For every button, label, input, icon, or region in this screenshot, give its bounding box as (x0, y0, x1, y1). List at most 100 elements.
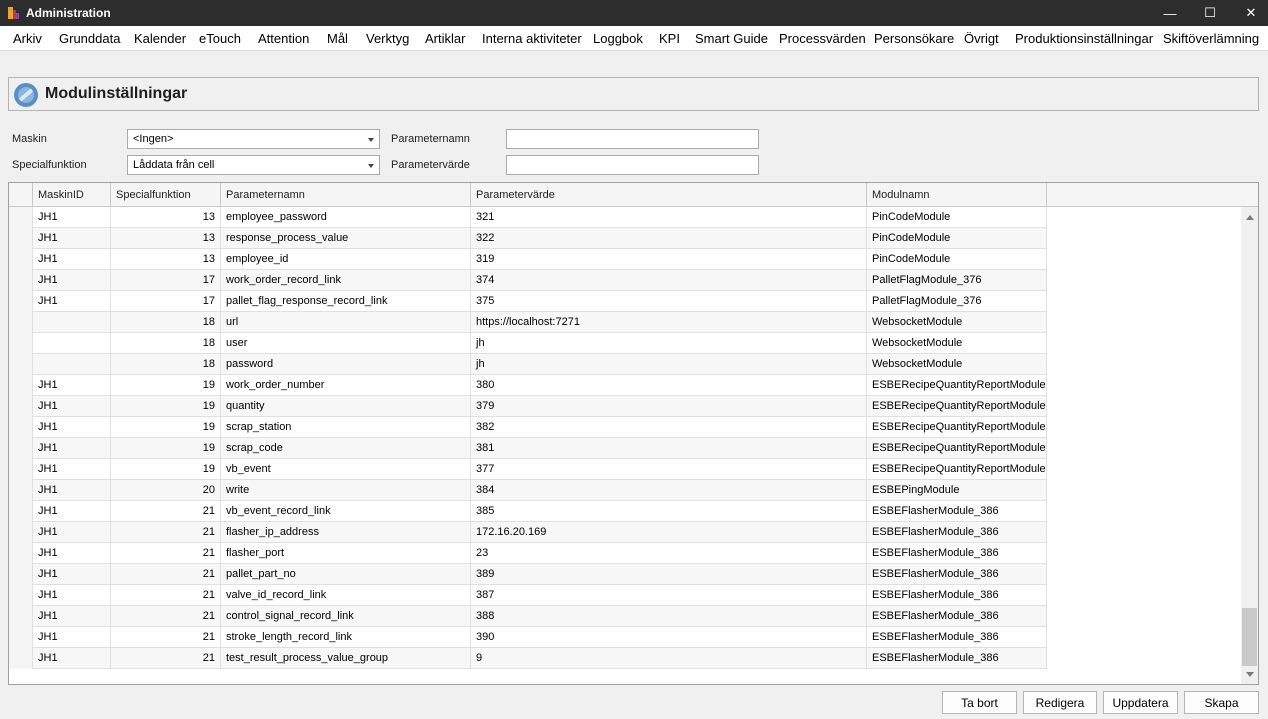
cell-parametervarde[interactable]: 377 (471, 459, 867, 480)
menu-item-arkiv[interactable]: Arkiv (13, 31, 42, 46)
menu-item-loggbok[interactable]: Loggbok (593, 31, 643, 46)
cell-parameternamn[interactable]: work_order_number (221, 375, 471, 396)
cell-specialfunktion[interactable]: 21 (111, 522, 221, 543)
cell-parametervarde[interactable]: 385 (471, 501, 867, 522)
row-indicator[interactable] (9, 354, 33, 375)
table-row[interactable]: JH1 19 scrap_code 381 ESBERecipeQuantityRepo… (9, 438, 1047, 459)
cell-modulnamn[interactable]: ESBEFlasherModule_386 (867, 522, 1047, 543)
cell-specialfunktion[interactable]: 17 (111, 270, 221, 291)
row-indicator[interactable] (9, 648, 33, 669)
cell-specialfunktion[interactable]: 19 (111, 438, 221, 459)
cell-maskinid[interactable]: JH1 (33, 522, 111, 543)
cell-parameternamn[interactable]: vb_event_record_link (221, 501, 471, 522)
cell-specialfunktion[interactable]: 19 (111, 459, 221, 480)
cell-specialfunktion[interactable]: 21 (111, 564, 221, 585)
menu-item-mal[interactable]: Mål (327, 31, 348, 46)
menu-item-personsokare[interactable]: Personsökare (874, 31, 954, 46)
cell-specialfunktion[interactable]: 21 (111, 501, 221, 522)
cell-parametervarde[interactable]: jh (471, 354, 867, 375)
maskin-dropdown[interactable]: <Ingen> (127, 129, 380, 149)
cell-parametervarde[interactable]: 381 (471, 438, 867, 459)
table-row[interactable]: JH1 13 response_process_value 322 PinCodeMod… (9, 228, 1047, 249)
scroll-up-icon[interactable] (1246, 215, 1254, 220)
cell-modulnamn[interactable]: ESBEFlasherModule_386 (867, 564, 1047, 585)
table-row[interactable]: JH1 21 flasher_ip_address 172.16.20.169 ESBE… (9, 522, 1047, 543)
cell-maskinid[interactable]: JH1 (33, 228, 111, 249)
vertical-scrollbar[interactable] (1241, 207, 1258, 684)
cell-parameternamn[interactable]: user (221, 333, 471, 354)
cell-specialfunktion[interactable]: 19 (111, 396, 221, 417)
menu-item-artiklar[interactable]: Artiklar (425, 31, 465, 46)
table-row[interactable]: JH1 21 pallet_part_no 389 ESBEFlasherModule_… (9, 564, 1047, 585)
cell-modulnamn[interactable]: ESBERecipeQuantityReportModule (867, 375, 1047, 396)
menu-item-skiftoverlamning[interactable]: Skiftöverlämning (1163, 31, 1259, 46)
cell-maskinid[interactable]: JH1 (33, 627, 111, 648)
table-row[interactable]: JH1 19 work_order_number 380 ESBERecipeQuant… (9, 375, 1047, 396)
cell-modulnamn[interactable]: ESBERecipeQuantityReportModule (867, 396, 1047, 417)
cell-parametervarde[interactable]: https://localhost:7271 (471, 312, 867, 333)
table-row[interactable]: 18 user jh WebsocketModule (9, 333, 1047, 354)
cell-modulnamn[interactable]: PinCodeModule (867, 228, 1047, 249)
row-indicator[interactable] (9, 627, 33, 648)
cell-parametervarde[interactable]: 9 (471, 648, 867, 669)
cell-parametervarde[interactable]: 384 (471, 480, 867, 501)
cell-parametervarde[interactable]: 322 (471, 228, 867, 249)
cell-parameternamn[interactable]: stroke_length_record_link (221, 627, 471, 648)
row-indicator[interactable] (9, 333, 33, 354)
cell-modulnamn[interactable]: ESBEFlasherModule_386 (867, 648, 1047, 669)
cell-parametervarde[interactable]: 319 (471, 249, 867, 270)
table-row[interactable]: JH1 21 test_result_process_value_group 9 ESB… (9, 648, 1047, 669)
cell-modulnamn[interactable]: ESBEFlasherModule_386 (867, 606, 1047, 627)
cell-modulnamn[interactable]: ESBERecipeQuantityReportModule (867, 438, 1047, 459)
row-indicator[interactable] (9, 606, 33, 627)
cell-maskinid[interactable]: JH1 (33, 207, 111, 228)
cell-maskinid[interactable]: JH1 (33, 648, 111, 669)
cell-maskinid[interactable]: JH1 (33, 606, 111, 627)
specialfunktion-dropdown[interactable]: Låddata från cell (127, 155, 380, 175)
row-indicator[interactable] (9, 480, 33, 501)
menu-item-kalender[interactable]: Kalender (134, 31, 186, 46)
cell-parameternamn[interactable]: valve_id_record_link (221, 585, 471, 606)
cell-parameternamn[interactable]: flasher_port (221, 543, 471, 564)
cell-modulnamn[interactable]: PinCodeModule (867, 249, 1047, 270)
row-indicator[interactable] (9, 438, 33, 459)
cell-specialfunktion[interactable]: 17 (111, 291, 221, 312)
cell-maskinid[interactable]: JH1 (33, 396, 111, 417)
cell-modulnamn[interactable]: ESBEFlasherModule_386 (867, 585, 1047, 606)
column-header-modulnamn[interactable]: Modulnamn (867, 183, 1047, 207)
table-row[interactable]: JH1 19 scrap_station 382 ESBERecipeQuantityR… (9, 417, 1047, 438)
cell-parameternamn[interactable]: vb_event (221, 459, 471, 480)
cell-parameternamn[interactable]: employee_password (221, 207, 471, 228)
cell-maskinid[interactable]: JH1 (33, 270, 111, 291)
cell-maskinid[interactable]: JH1 (33, 459, 111, 480)
table-row[interactable]: JH1 21 vb_event_record_link 385 ESBEFlasherM… (9, 501, 1047, 522)
row-indicator[interactable] (9, 459, 33, 480)
cell-specialfunktion[interactable]: 13 (111, 228, 221, 249)
table-row[interactable]: JH1 13 employee_id 319 PinCodeModule (9, 249, 1047, 270)
update-button[interactable]: Uppdatera (1103, 691, 1178, 714)
column-header-parametervarde[interactable]: Parametervärde (471, 183, 867, 207)
menu-item-ovrigt[interactable]: Övrigt (964, 31, 999, 46)
cell-parametervarde[interactable]: 172.16.20.169 (471, 522, 867, 543)
cell-modulnamn[interactable]: ESBERecipeQuantityReportModule (867, 459, 1047, 480)
row-indicator[interactable] (9, 543, 33, 564)
cell-specialfunktion[interactable]: 19 (111, 417, 221, 438)
cell-modulnamn[interactable]: ESBEFlasherModule_386 (867, 501, 1047, 522)
cell-parameternamn[interactable]: url (221, 312, 471, 333)
table-row[interactable]: JH1 19 vb_event 377 ESBERecipeQuantityReport… (9, 459, 1047, 480)
cell-modulnamn[interactable]: PalletFlagModule_376 (867, 291, 1047, 312)
cell-maskinid[interactable]: JH1 (33, 543, 111, 564)
cell-parametervarde[interactable]: 389 (471, 564, 867, 585)
delete-button[interactable]: Ta bort (942, 691, 1017, 714)
cell-parameternamn[interactable]: flasher_ip_address (221, 522, 471, 543)
menu-item-interna-aktiviteter[interactable]: Interna aktiviteter (482, 31, 582, 46)
cell-specialfunktion[interactable]: 21 (111, 648, 221, 669)
cell-parametervarde[interactable]: 380 (471, 375, 867, 396)
row-indicator[interactable] (9, 396, 33, 417)
cell-modulnamn[interactable]: ESBEPingModule (867, 480, 1047, 501)
create-button[interactable]: Skapa (1184, 691, 1259, 714)
cell-parameternamn[interactable]: employee_id (221, 249, 471, 270)
cell-parametervarde[interactable]: 23 (471, 543, 867, 564)
cell-parameternamn[interactable]: control_signal_record_link (221, 606, 471, 627)
row-indicator[interactable] (9, 417, 33, 438)
